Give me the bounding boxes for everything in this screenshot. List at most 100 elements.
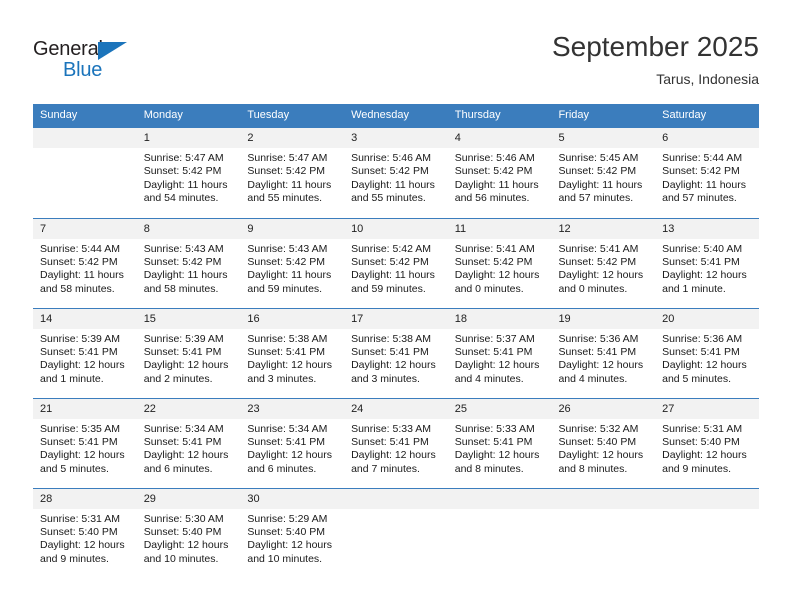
- day-details: Sunrise: 5:46 AM Sunset: 5:42 PM Daylight:…: [344, 148, 448, 206]
- daylight-duration-line1: Daylight: 12 hours: [454, 449, 540, 462]
- daylight-duration-line2: and 10 minutes.: [247, 552, 323, 565]
- calendar-day-cell[interactable]: 16 Sunrise: 5:38 AM Sunset: 5:41 PM Dayligh…: [240, 307, 345, 398]
- day-details: Sunrise: 5:29 AM Sunset: 5:40 PM Daylight:…: [240, 509, 344, 567]
- daylight-duration-line2: and 1 minute.: [662, 282, 726, 295]
- day-number: 13: [655, 218, 759, 239]
- calendar-day-cell[interactable]: 18 Sunrise: 5:37 AM Sunset: 5:41 PM Dayligh…: [447, 307, 552, 398]
- calendar-day-cell[interactable]: 11 Sunrise: 5:41 AM Sunset: 5:42 PM Dayligh…: [447, 217, 552, 308]
- day-details: Sunrise: 5:39 AM Sunset: 5:41 PM Daylight:…: [33, 329, 137, 387]
- daylight-duration-line1: Daylight: 11 hours: [351, 269, 435, 282]
- day-number: 5: [551, 128, 656, 148]
- calendar-day-cell[interactable]: 20 Sunrise: 5:36 AM Sunset: 5:41 PM Dayligh…: [655, 307, 759, 398]
- sunset-time: Sunset: 5:42 PM: [558, 255, 637, 268]
- day-details: Sunrise: 5:34 AM Sunset: 5:41 PM Daylight:…: [137, 419, 241, 477]
- day-number: 25: [447, 398, 552, 419]
- sunset-time: Sunset: 5:41 PM: [662, 345, 740, 358]
- day-number: [447, 488, 552, 509]
- sunset-time: Sunset: 5:41 PM: [662, 255, 740, 268]
- sunrise-time: Sunrise: 5:44 AM: [662, 152, 743, 164]
- day-details: Sunrise: 5:44 AM Sunset: 5:42 PM Daylight:…: [655, 148, 759, 206]
- daylight-duration-line2: and 6 minutes.: [247, 462, 317, 475]
- day-number: 3: [344, 128, 448, 148]
- calendar-day-cell[interactable]: 27 Sunrise: 5:31 AM Sunset: 5:40 PM Dayligh…: [655, 397, 759, 488]
- daylight-duration-line2: and 56 minutes.: [454, 192, 530, 205]
- generalblue-logo[interactable]: General Blue: [33, 38, 153, 82]
- day-details: Sunrise: 5:35 AM Sunset: 5:41 PM Daylight:…: [33, 419, 137, 477]
- calendar-day-cell[interactable]: 19 Sunrise: 5:36 AM Sunset: 5:41 PM Dayligh…: [551, 307, 656, 398]
- sunrise-time: Sunrise: 5:44 AM: [40, 242, 120, 255]
- sunrise-time: Sunrise: 5:30 AM: [143, 512, 224, 525]
- day-number: [33, 128, 137, 148]
- calendar-day-cell[interactable]: 23 Sunrise: 5:34 AM Sunset: 5:41 PM Dayligh…: [240, 397, 345, 488]
- day-details: Sunrise: 5:30 AM Sunset: 5:40 PM Daylight:…: [137, 509, 241, 567]
- day-details: Sunrise: 5:47 AM Sunset: 5:42 PM Daylight:…: [137, 148, 241, 206]
- calendar-day-cell[interactable]: 7 Sunrise: 5:44 AM Sunset: 5:42 PM Daylight…: [33, 217, 137, 308]
- calendar-day-cell[interactable]: 17 Sunrise: 5:38 AM Sunset: 5:41 PM Dayligh…: [344, 307, 448, 398]
- day-details: Sunrise: 5:43 AM Sunset: 5:42 PM Daylight:…: [137, 239, 241, 297]
- daylight-duration-line2: and 55 minutes.: [351, 192, 426, 205]
- sunrise-time: Sunrise: 5:39 AM: [40, 332, 120, 345]
- calendar-day-cell[interactable]: 6 Sunrise: 5:44 AM Sunset: 5:42 PM Daylight…: [655, 128, 759, 218]
- calendar-day-cell[interactable]: 8 Sunrise: 5:43 AM Sunset: 5:42 PM Daylight…: [136, 217, 241, 308]
- page-title: September 2025: [551, 31, 759, 62]
- calendar-week-row: 7 Sunrise: 5:44 AM Sunset: 5:42 PM Daylight…: [33, 217, 759, 308]
- sunset-time: Sunset: 5:42 PM: [558, 165, 637, 178]
- daylight-duration-line1: Daylight: 11 hours: [247, 269, 332, 282]
- calendar-day-cell[interactable]: 25 Sunrise: 5:33 AM Sunset: 5:41 PM Dayligh…: [447, 397, 552, 488]
- sunrise-time: Sunrise: 5:41 AM: [558, 242, 639, 255]
- calendar-day-cell[interactable]: 5 Sunrise: 5:45 AM Sunset: 5:42 PM Daylight…: [551, 128, 656, 218]
- sunrise-time: Sunrise: 5:36 AM: [662, 332, 743, 345]
- daylight-duration-line1: Daylight: 11 hours: [143, 269, 228, 282]
- sunset-time: Sunset: 5:40 PM: [247, 525, 326, 538]
- calendar-day-cell[interactable]: 3 Sunrise: 5:46 AM Sunset: 5:42 PM Daylight…: [344, 128, 448, 218]
- sunset-time: Sunset: 5:42 PM: [40, 255, 118, 268]
- day-details: Sunrise: 5:46 AM Sunset: 5:42 PM Daylight:…: [448, 148, 552, 206]
- sunrise-time: Sunrise: 5:43 AM: [143, 242, 224, 255]
- weekday-header-friday: Friday: [551, 104, 656, 128]
- daylight-duration-line1: Daylight: 12 hours: [40, 359, 125, 372]
- daylight-duration-line1: Daylight: 12 hours: [351, 449, 436, 462]
- sunrise-time: Sunrise: 5:40 AM: [662, 242, 743, 255]
- day-number: 28: [33, 488, 137, 509]
- calendar-week-row: 21 Sunrise: 5:35 AM Sunset: 5:41 PM Dayligh…: [33, 397, 759, 488]
- daylight-duration-line1: Daylight: 12 hours: [247, 449, 333, 462]
- calendar-day-cell[interactable]: 14 Sunrise: 5:39 AM Sunset: 5:41 PM Dayligh…: [33, 307, 137, 398]
- calendar-day-cell[interactable]: 2 Sunrise: 5:47 AM Sunset: 5:42 PM Daylight…: [240, 128, 345, 218]
- sunrise-time: Sunrise: 5:45 AM: [558, 152, 639, 164]
- calendar-day-cell[interactable]: 30 Sunrise: 5:29 AM Sunset: 5:40 PM Dayligh…: [240, 487, 345, 578]
- day-number: 15: [136, 308, 241, 329]
- calendar-day-cell[interactable]: 22 Sunrise: 5:34 AM Sunset: 5:41 PM Dayligh…: [136, 397, 241, 488]
- calendar-day-cell[interactable]: 4 Sunrise: 5:46 AM Sunset: 5:42 PM Daylight…: [447, 128, 552, 218]
- calendar-day-cell[interactable]: 12 Sunrise: 5:41 AM Sunset: 5:42 PM Dayligh…: [551, 217, 656, 308]
- daylight-duration-line1: Daylight: 12 hours: [662, 359, 747, 372]
- daylight-duration-line2: and 54 minutes.: [143, 192, 219, 205]
- calendar-day-cell-empty: [447, 487, 552, 578]
- sunrise-time: Sunrise: 5:47 AM: [247, 152, 328, 164]
- daylight-duration-line2: and 5 minutes.: [662, 372, 732, 385]
- calendar-day-cell[interactable]: 24 Sunrise: 5:33 AM Sunset: 5:41 PM Dayligh…: [344, 397, 448, 488]
- weekday-header-tuesday: Tuesday: [240, 104, 345, 128]
- day-number: 6: [655, 128, 759, 148]
- logo-text-general: General: [33, 38, 103, 60]
- calendar-day-cell[interactable]: 21 Sunrise: 5:35 AM Sunset: 5:41 PM Dayligh…: [33, 397, 137, 488]
- sunset-time: Sunset: 5:42 PM: [351, 165, 429, 178]
- calendar-day-cell[interactable]: 9 Sunrise: 5:43 AM Sunset: 5:42 PM Daylight…: [240, 217, 345, 308]
- sunrise-time: Sunrise: 5:46 AM: [351, 152, 432, 164]
- calendar-day-cell[interactable]: 29 Sunrise: 5:30 AM Sunset: 5:40 PM Dayligh…: [136, 487, 241, 578]
- day-details: Sunrise: 5:36 AM Sunset: 5:41 PM Daylight:…: [655, 329, 759, 387]
- calendar-day-cell[interactable]: 1 Sunrise: 5:47 AM Sunset: 5:42 PM Daylight…: [136, 128, 241, 218]
- daylight-duration-line1: Daylight: 11 hours: [662, 178, 746, 191]
- calendar-day-cell[interactable]: 15 Sunrise: 5:39 AM Sunset: 5:41 PM Dayligh…: [136, 307, 241, 398]
- sunrise-time: Sunrise: 5:42 AM: [351, 242, 432, 255]
- day-number: 18: [447, 308, 552, 329]
- calendar-day-cell[interactable]: 28 Sunrise: 5:31 AM Sunset: 5:40 PM Dayligh…: [33, 487, 137, 578]
- day-number: 21: [33, 398, 137, 419]
- calendar-day-cell[interactable]: 13 Sunrise: 5:40 AM Sunset: 5:41 PM Dayligh…: [655, 217, 759, 308]
- sunrise-time: Sunrise: 5:31 AM: [40, 512, 120, 525]
- day-number: 24: [344, 398, 448, 419]
- day-details: Sunrise: 5:36 AM Sunset: 5:41 PM Daylight:…: [551, 329, 655, 387]
- calendar-day-cell-empty: [655, 487, 759, 578]
- day-number: 22: [136, 398, 241, 419]
- calendar-day-cell[interactable]: 26 Sunrise: 5:32 AM Sunset: 5:40 PM Dayligh…: [551, 397, 656, 488]
- calendar-day-cell[interactable]: 10 Sunrise: 5:42 AM Sunset: 5:42 PM Dayligh…: [344, 217, 448, 308]
